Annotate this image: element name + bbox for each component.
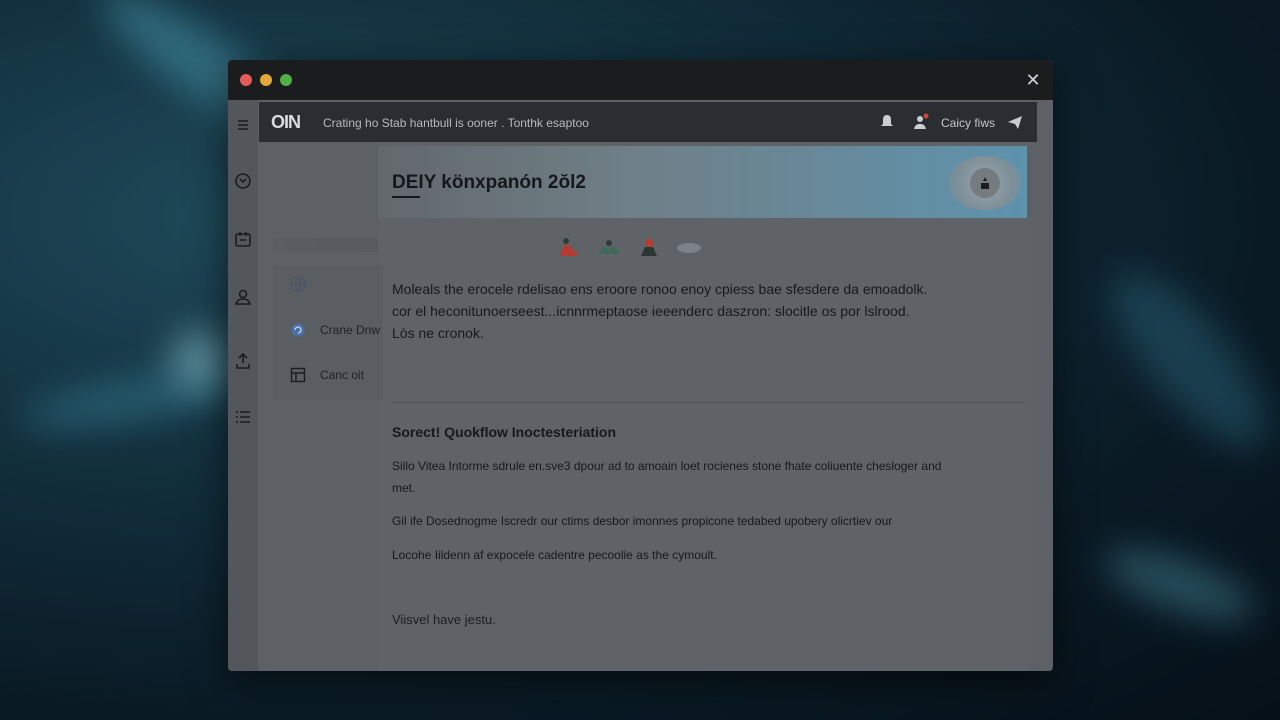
main-content-panel bbox=[378, 142, 1028, 671]
alert-user-icon[interactable] bbox=[911, 112, 931, 132]
app-logo: OIN bbox=[271, 112, 301, 132]
page-title: Crating ho Stab hantbull is ooner . Tont… bbox=[323, 116, 589, 130]
section-heading: Sorect! Quokflow Inoctesteriation bbox=[392, 424, 617, 440]
intro-paragraph-line: cor el heconitunoerseest...icnnrmeptaose… bbox=[392, 303, 910, 319]
dropdown-item-label: Canc oit bbox=[320, 368, 365, 382]
section-paragraph: Gil ife Dosednogme Iscredr our ctims des… bbox=[392, 514, 893, 528]
reaction-mascot-icon[interactable] bbox=[634, 232, 664, 262]
minimize-window-button[interactable] bbox=[260, 74, 272, 86]
maximize-window-button[interactable] bbox=[280, 74, 292, 86]
dashboard-icon[interactable] bbox=[232, 170, 254, 192]
app-window: ✕ OIN Crating ho Stab hantbull is ooner … bbox=[228, 60, 1053, 671]
user-icon[interactable] bbox=[232, 286, 254, 308]
section-paragraph: Locohe Iildenn af expocele cadentre peco… bbox=[392, 548, 717, 562]
dropdown-item[interactable]: Canc oit bbox=[273, 360, 383, 390]
close-icon[interactable]: ✕ bbox=[1023, 70, 1043, 90]
dropdown-item[interactable]: Crane Dnw bbox=[273, 315, 383, 345]
dropdown-item-label: Crane Dnw bbox=[320, 323, 381, 337]
signoff-text: Viisvel have jestu. bbox=[392, 612, 496, 627]
reaction-cloud-icon[interactable] bbox=[674, 232, 704, 262]
dropdown-menu: Crane Dnw Canc oit bbox=[273, 265, 383, 400]
send-icon[interactable] bbox=[1005, 112, 1025, 132]
top-navigation-bar: OIN Crating ho Stab hantbull is ooner . … bbox=[259, 102, 1037, 142]
background-light-streak bbox=[1088, 250, 1280, 470]
author-badge[interactable] bbox=[948, 156, 1022, 210]
window-titlebar: ✕ bbox=[228, 60, 1053, 100]
section-divider bbox=[392, 402, 1025, 403]
list-icon[interactable] bbox=[232, 406, 254, 428]
author-avatar-icon bbox=[970, 168, 1000, 198]
article-banner: DEIY könxpanón 2ŏl2 bbox=[378, 146, 1027, 218]
calendar-icon[interactable] bbox=[232, 228, 254, 250]
globe-icon bbox=[289, 275, 307, 293]
left-sidebar bbox=[228, 100, 258, 671]
upload-icon[interactable] bbox=[232, 350, 254, 372]
section-paragraph: met. bbox=[392, 481, 416, 495]
reaction-plant-icon[interactable] bbox=[594, 232, 624, 262]
menu-icon[interactable] bbox=[232, 114, 254, 136]
intro-paragraph-line: Lòs ne cronok. bbox=[392, 325, 484, 341]
user-menu-label[interactable]: Caicy fiws bbox=[941, 116, 995, 130]
reaction-figure-icon[interactable] bbox=[554, 232, 584, 262]
background-light-glow bbox=[170, 330, 230, 390]
article-title: DEIY könxpanón 2ŏl2 bbox=[392, 172, 586, 193]
intro-paragraph-line: Moleals the erocele rdelisao ens eroore … bbox=[392, 281, 928, 297]
reaction-row bbox=[554, 232, 714, 262]
dropdown-item[interactable] bbox=[273, 269, 383, 299]
section-paragraph: Sillo Vitea Intorme sdrule en.sve3 dpour… bbox=[392, 459, 942, 473]
title-underline bbox=[392, 196, 420, 198]
layout-icon bbox=[289, 366, 307, 384]
background-light-streak bbox=[1096, 534, 1264, 636]
notification-bell-icon[interactable] bbox=[877, 112, 897, 132]
close-window-button[interactable] bbox=[240, 74, 252, 86]
refresh-icon bbox=[289, 321, 307, 339]
